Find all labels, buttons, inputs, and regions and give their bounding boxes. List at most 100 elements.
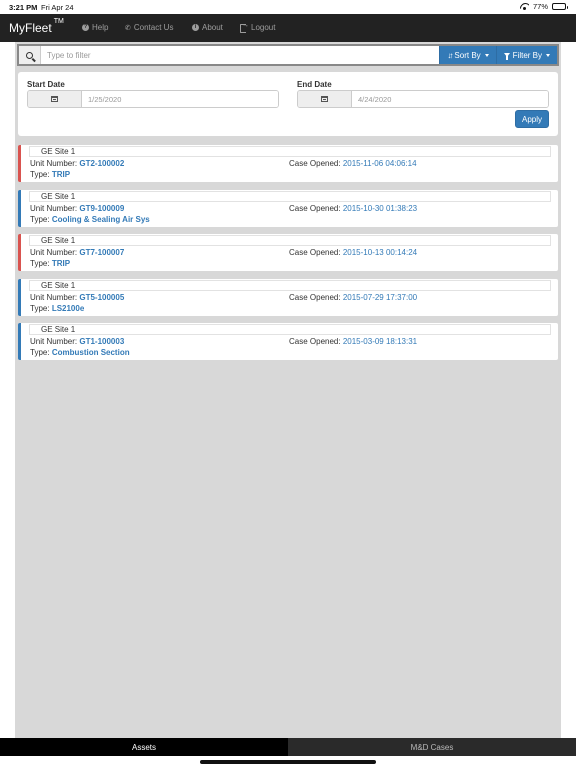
filter-by-button[interactable]: Filter By [495,46,557,64]
phone-icon: ✆ [125,24,131,32]
end-date-calendar-button[interactable] [298,91,352,107]
case-unit-row: Unit Number: GT2-100002 [30,159,124,168]
filter-input[interactable] [41,46,440,64]
case-type-value: TRIP [51,170,71,179]
nav-about-label: About [202,23,223,32]
wifi-icon [520,3,529,10]
nav-help-link[interactable]: ? Help [82,23,108,32]
case-type-row: Type: Cooling & Sealing Air Sys [30,215,150,224]
case-opened-row: Case Opened: 2015-07-29 17:37:00 [289,293,417,302]
nav-about-link[interactable]: i About [192,23,223,32]
case-card[interactable]: GE Site 1 Unit Number: GT7-100007 Case Ope… [18,234,558,271]
brand-logo[interactable]: MyFleet TM [9,18,64,35]
search-bar: ↓↑ Sort By Filter By [17,44,559,66]
case-opened-label: Case Opened: [289,203,341,213]
unit-number-value[interactable]: GT7-100007 [79,248,124,257]
tab-md-cases[interactable]: M&D Cases [288,738,576,756]
filter-by-label: Filter By [512,50,542,60]
case-card[interactable]: GE Site 1 Unit Number: GT5-100005 Case Ope… [18,278,558,316]
case-type-row: Type: LS2100e [30,304,84,313]
case-type-label: Type: [30,170,50,179]
case-type-row: Type: TRIP [30,259,70,268]
unit-number-value[interactable]: GT9-100009 [79,204,124,213]
sort-icon: ↓↑ [447,50,453,60]
filter-icon [503,53,510,60]
case-opened-label: Case Opened: [289,337,341,346]
nav-logout-link[interactable]: Logout [240,22,276,33]
calendar-icon [321,96,328,102]
case-type-value: LS2100e [51,303,85,313]
case-opened-value: 2015-10-13 00:14:24 [342,248,418,257]
case-type-label: Type: [30,259,50,268]
status-time: 3:21 PM [9,3,38,12]
nav-logout-label: Logout [251,23,276,32]
case-opened-row: Case Opened: 2015-10-30 01:38:23 [289,204,417,213]
navbar: MyFleetTM ? Help ✆ Contact Us i About Lo… [0,14,576,42]
brand-name: MyFleet [9,21,52,35]
home-indicator-area [0,756,576,768]
nav-contact-link[interactable]: ✆ Contact Us [125,23,173,32]
unit-number-label: Unit Number: [30,248,78,257]
question-circle-icon: ? [82,24,89,31]
case-card[interactable]: GE Site 1 Unit Number: GT2-100002 Case Ope… [18,145,558,182]
home-indicator[interactable] [200,760,376,764]
unit-number-value[interactable]: GT1-100003 [79,337,124,346]
status-right: 77% [520,2,568,11]
case-unit-row: Unit Number: GT9-100009 [30,204,124,213]
search-button[interactable] [19,46,41,64]
case-opened-value: 2015-10-30 01:38:23 [342,203,418,213]
unit-number-value[interactable]: GT2-100002 [79,159,124,168]
status-date: Fri Apr 24 [41,3,74,12]
end-date-label: End Date [297,80,332,89]
caret-down-icon [546,53,550,57]
case-site: GE Site 1 [29,146,551,157]
apply-button[interactable]: Apply [515,110,549,128]
case-card[interactable]: GE Site 1 Unit Number: GT9-100009 Case Ope… [18,189,558,227]
status-bar: 3:21 PM Fri Apr 24 77% [0,0,576,14]
start-date-value[interactable]: 1/25/2020 [82,91,278,107]
start-date-calendar-button[interactable] [28,91,82,107]
case-opened-row: Case Opened: 2015-03-09 18:13:31 [289,337,417,346]
end-date-value[interactable]: 4/24/2020 [352,91,548,107]
start-date-label: Start Date [27,80,65,89]
case-site: GE Site 1 [29,235,551,246]
info-circle-icon: i [192,24,199,31]
case-type-label: Type: [30,348,50,357]
battery-percent: 77% [532,2,548,11]
logout-icon [240,22,249,33]
bottom-tab-bar: Assets M&D Cases [0,738,576,756]
unit-number-value[interactable]: GT5-100005 [79,293,124,302]
case-type-value: Combustion Section [51,348,130,357]
unit-number-label: Unit Number: [30,292,78,302]
sort-by-button[interactable]: ↓↑ Sort By [439,46,496,64]
case-opened-row: Case Opened: 2015-10-13 00:14:24 [289,248,417,257]
case-opened-value: 2015-07-29 17:37:00 [342,292,418,302]
search-icon [26,51,33,59]
nav-help-label: Help [92,23,109,32]
case-opened-label: Case Opened: [289,159,341,168]
case-opened-label: Case Opened: [289,292,341,302]
battery-icon [552,3,568,10]
case-card[interactable]: GE Site 1 Unit Number: GT1-100003 Case Ope… [18,323,558,360]
case-type-label: Type: [30,303,50,313]
date-range-panel: Start Date 1/25/2020 End Date 4/24/2020 … [18,72,558,136]
case-type-row: Type: TRIP [30,170,70,179]
end-date-field[interactable]: 4/24/2020 [297,90,549,108]
case-type-row: Type: Combustion Section [30,348,130,357]
sort-by-label: Sort By [454,50,481,60]
nav-contact-label: Contact Us [133,23,174,32]
case-opened-row: Case Opened: 2015-11-06 04:06:14 [289,159,417,168]
case-unit-row: Unit Number: GT7-100007 [30,248,124,257]
case-opened-value: 2015-03-09 18:13:31 [342,337,418,346]
tab-assets[interactable]: Assets [0,738,288,756]
case-site: GE Site 1 [29,324,551,335]
unit-number-label: Unit Number: [30,337,78,346]
case-type-value: TRIP [51,259,71,268]
unit-number-label: Unit Number: [30,203,78,213]
case-type-label: Type: [30,214,50,224]
brand-trademark: TM [53,18,64,25]
case-opened-value: 2015-11-06 04:06:14 [342,159,417,168]
case-unit-row: Unit Number: GT1-100003 [30,337,124,346]
start-date-field[interactable]: 1/25/2020 [27,90,279,108]
calendar-icon [51,96,58,102]
